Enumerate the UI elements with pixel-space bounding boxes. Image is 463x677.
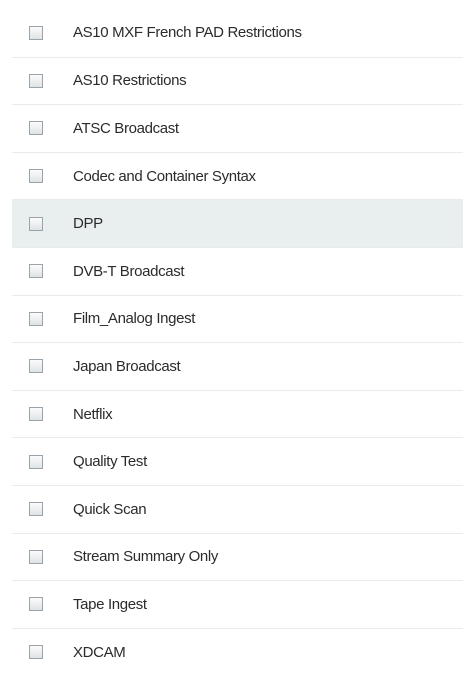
profile-label: Codec and Container Syntax — [73, 167, 256, 185]
profile-label: Quick Scan — [73, 500, 147, 518]
profile-label: ATSC Broadcast — [73, 119, 179, 137]
checkbox[interactable] — [29, 502, 43, 517]
checkbox[interactable] — [29, 311, 43, 326]
list-item-highlighted[interactable]: DPP — [12, 199, 463, 247]
list-item[interactable]: XDCAM — [12, 627, 463, 676]
list-item[interactable]: DVB-T Broadcast — [12, 246, 463, 295]
list-item[interactable]: Netflix — [12, 389, 463, 438]
profile-list: AS10 MXF French PAD Restrictions AS10 Re… — [12, 9, 463, 675]
checkbox[interactable] — [29, 169, 43, 184]
checkbox[interactable] — [29, 645, 43, 660]
profile-label: Film_Analog Ingest — [73, 310, 196, 328]
checkbox[interactable] — [29, 121, 43, 136]
profile-label: Netflix — [73, 405, 113, 423]
list-item[interactable]: AS10 Restrictions — [12, 56, 463, 105]
profile-label: DVB-T Broadcast — [73, 262, 185, 280]
checkbox[interactable] — [29, 73, 43, 88]
list-item[interactable]: Japan Broadcast — [12, 342, 463, 390]
checkbox[interactable] — [29, 216, 43, 231]
profile-label: AS10 Restrictions — [73, 72, 187, 90]
list-item[interactable]: Tape Ingest — [12, 580, 463, 628]
checkbox[interactable] — [29, 407, 43, 422]
profile-label: AS10 MXF French PAD Restrictions — [73, 24, 302, 42]
profile-label: XDCAM — [73, 643, 126, 661]
checkbox[interactable] — [29, 549, 43, 564]
list-item[interactable]: Quality Test — [12, 437, 463, 485]
profile-label: Tape Ingest — [73, 595, 147, 613]
checkbox[interactable] — [29, 597, 43, 612]
checkbox[interactable] — [29, 454, 43, 469]
list-item[interactable]: Quick Scan — [12, 484, 463, 533]
profile-label: DPP — [73, 215, 103, 233]
checkbox[interactable] — [29, 359, 43, 374]
profile-label: Stream Summary Only — [73, 548, 219, 566]
list-item[interactable]: Film_Analog Ingest — [12, 294, 463, 343]
profile-label: Japan Broadcast — [73, 357, 181, 375]
list-item[interactable]: ATSC Broadcast — [12, 104, 463, 152]
list-item[interactable]: Codec and Container Syntax — [12, 151, 463, 200]
list-item[interactable]: Stream Summary Only — [12, 532, 463, 581]
checkbox[interactable] — [29, 264, 43, 279]
profile-label: Quality Test — [73, 453, 147, 471]
checkbox[interactable] — [29, 25, 43, 40]
list-item[interactable]: AS10 MXF French PAD Restrictions — [12, 9, 463, 57]
